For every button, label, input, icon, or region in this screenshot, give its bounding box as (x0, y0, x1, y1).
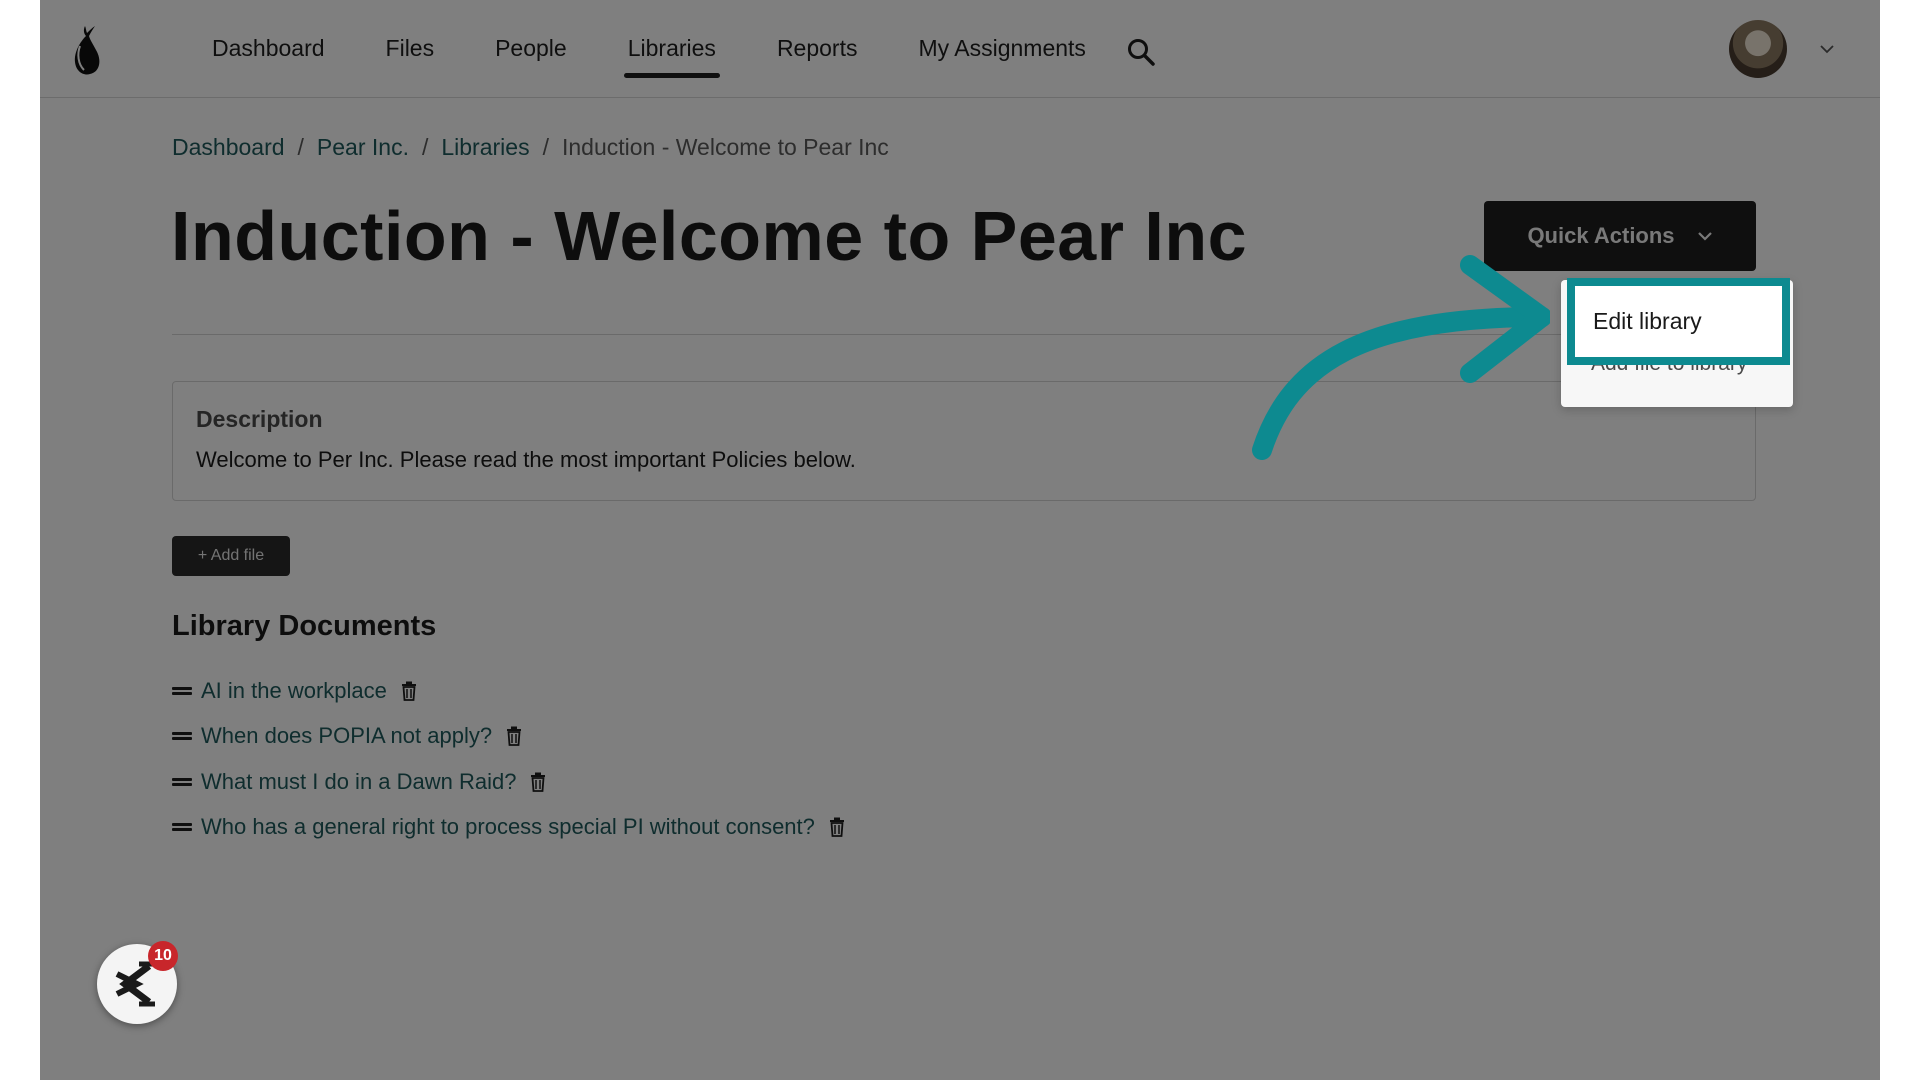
chevron-down-icon[interactable] (1818, 40, 1836, 58)
description-text: Welcome to Per Inc. Please read the most… (196, 447, 856, 472)
menu-item-edit-library[interactable]: Edit library (1567, 278, 1790, 365)
document-link[interactable]: AI in the workplace (201, 678, 387, 704)
list-item: AI in the workplace (172, 668, 846, 714)
nav-people[interactable]: People (495, 0, 567, 98)
nav-my-assignments[interactable]: My Assignments (918, 0, 1085, 98)
breadcrumb-separator: / (542, 134, 549, 160)
nav-dashboard[interactable]: Dashboard (212, 0, 325, 98)
drag-handle-icon[interactable] (172, 820, 192, 834)
quick-actions-label: Quick Actions (1527, 223, 1675, 248)
add-file-button[interactable]: + Add file (172, 536, 290, 576)
trash-icon[interactable] (529, 772, 547, 792)
document-list: AI in the workplace When does POPIA not … (172, 668, 846, 850)
main-nav: Dashboard Files People Libraries Reports… (212, 0, 1147, 98)
nav-reports[interactable]: Reports (777, 0, 858, 98)
right-margin (1880, 0, 1920, 1080)
breadcrumb-separator: / (297, 134, 304, 160)
top-navigation: Dashboard Files People Libraries Reports… (40, 0, 1880, 98)
trash-icon[interactable] (505, 726, 523, 747)
left-margin (0, 0, 40, 1080)
list-item: Who has a general right to process speci… (172, 805, 846, 851)
nav-files[interactable]: Files (386, 0, 435, 98)
list-item: When does POPIA not apply? (172, 714, 846, 760)
chevron-down-icon (1697, 232, 1712, 241)
library-documents-heading: Library Documents (172, 610, 437, 642)
document-link[interactable]: What must I do in a Dawn Raid? (201, 769, 516, 795)
list-item: What must I do in a Dawn Raid? (172, 759, 846, 805)
drag-handle-icon[interactable] (172, 729, 192, 743)
trash-icon[interactable] (400, 681, 418, 701)
breadcrumb-dashboard[interactable]: Dashboard (172, 134, 285, 161)
document-link[interactable]: Who has a general right to process speci… (201, 814, 815, 840)
notification-badge: 10 (148, 941, 178, 971)
breadcrumb: Dashboard / Pear Inc. / Libraries / Indu… (172, 134, 889, 161)
drag-handle-icon[interactable] (172, 684, 192, 698)
page-title: Induction - Welcome to Pear Inc (171, 197, 1248, 275)
pointer-arrow-icon (1252, 255, 1550, 460)
search-icon[interactable] (1126, 37, 1156, 67)
breadcrumb-libraries[interactable]: Libraries (441, 134, 529, 161)
drag-handle-icon[interactable] (172, 775, 192, 789)
breadcrumb-pear-inc[interactable]: Pear Inc. (317, 134, 409, 161)
description-label: Description (196, 406, 323, 432)
app-window: Dashboard Files People Libraries Reports… (40, 0, 1880, 1080)
user-avatar[interactable] (1729, 20, 1787, 78)
pear-logo-icon[interactable] (68, 22, 104, 78)
nav-libraries[interactable]: Libraries (623, 0, 721, 98)
breadcrumb-current: Induction - Welcome to Pear Inc (561, 134, 889, 160)
trash-icon[interactable] (828, 817, 846, 838)
dim-overlay (40, 0, 1880, 1080)
breadcrumb-separator: / (421, 134, 429, 160)
document-link[interactable]: When does POPIA not apply? (201, 723, 492, 749)
